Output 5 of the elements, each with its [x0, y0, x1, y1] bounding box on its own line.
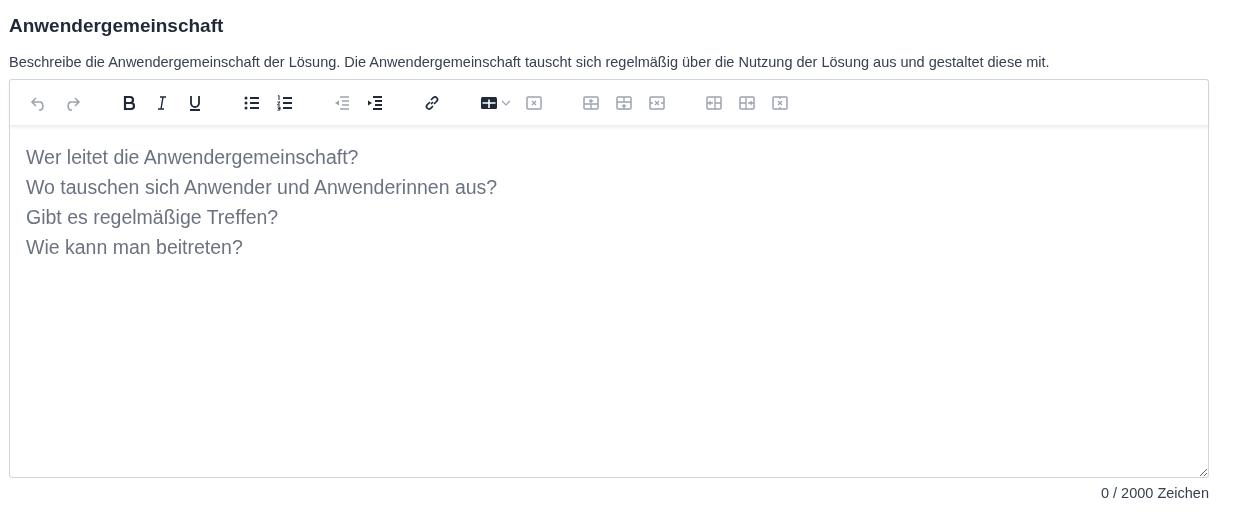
section-description: Beschreibe die Anwendergemeinschaft der Lösung. Die Anwendergemeinschaft tauscht sich regelmäßig über die Nutzung der Lösung aus und gestaltet diese mit.: [9, 53, 1050, 72]
text-area[interactable]: Wer leitet die Anwendergemeinschaft? Wo tauschen sich Anwender und Anwenderinnen aus? Gibt es regelmäßige Treffen? Wie kann man beitreten?: [9, 126, 1209, 478]
character-counter: 0 / 2000 Zeichen: [1100, 484, 1209, 503]
numbered-list-icon: [275, 92, 295, 113]
section-title: Anwendergemeinschaft: [9, 14, 224, 38]
